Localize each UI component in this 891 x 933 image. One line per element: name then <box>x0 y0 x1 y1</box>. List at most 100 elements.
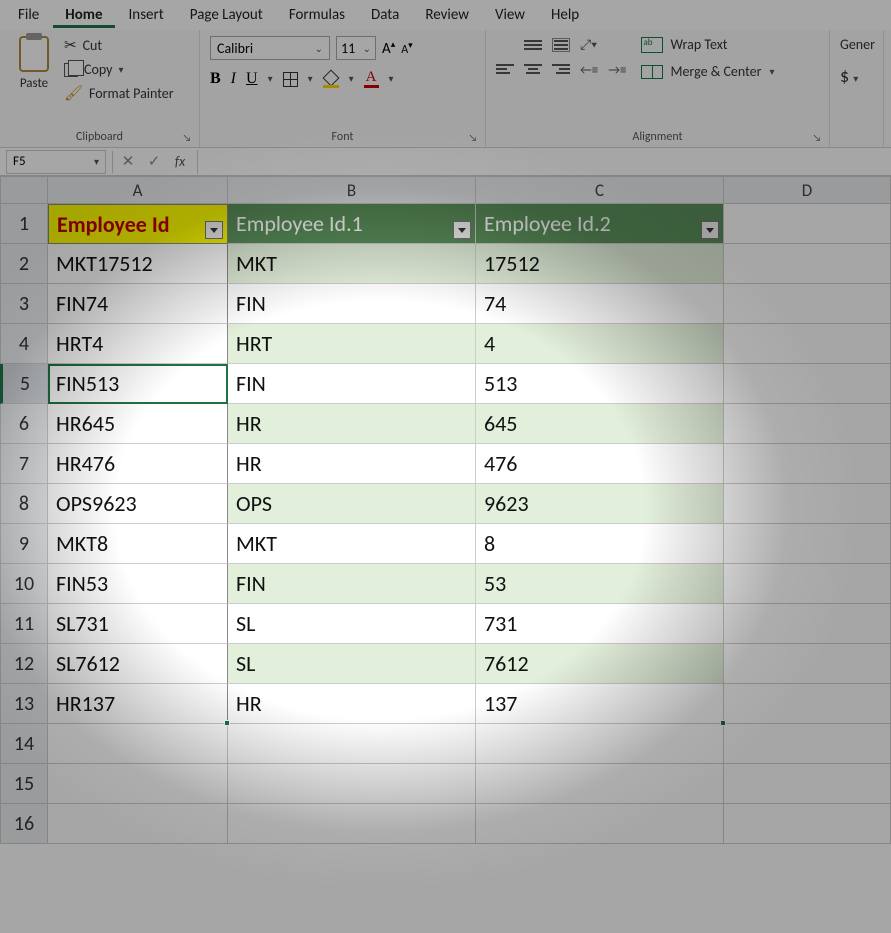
cell-B6[interactable]: HR <box>228 404 476 444</box>
bold-button[interactable]: B <box>210 70 221 88</box>
currency-button[interactable]: $ ▾ <box>840 65 873 87</box>
cell-A13[interactable]: HR137 <box>48 684 228 724</box>
align-right-button[interactable] <box>552 64 570 78</box>
ribbon-tab-page-layout[interactable]: Page Layout <box>178 2 275 28</box>
cell-C4[interactable]: 4 <box>476 324 724 364</box>
increase-font-button[interactable]: A▴ <box>382 39 395 58</box>
ribbon-tab-insert[interactable]: Insert <box>117 2 176 28</box>
cell-C5[interactable]: 513 <box>476 364 724 404</box>
ribbon-tab-file[interactable]: File <box>6 2 51 28</box>
row-header-6[interactable]: 6 <box>0 404 48 444</box>
font-color-button[interactable]: A <box>364 70 379 88</box>
font-name-select[interactable]: Calibri ⌄ <box>210 36 330 60</box>
formula-input[interactable] <box>197 150 891 174</box>
ribbon-tab-review[interactable]: Review <box>413 2 481 28</box>
row-header-13[interactable]: 13 <box>0 684 48 724</box>
cell-B3[interactable]: FIN <box>228 284 476 324</box>
filter-button[interactable] <box>205 221 223 239</box>
cell-C11[interactable]: 731 <box>476 604 724 644</box>
cell-A6[interactable]: HR645 <box>48 404 228 444</box>
cell-A2[interactable]: MKT17512 <box>48 244 228 284</box>
cell-A8[interactable]: OPS9623 <box>48 484 228 524</box>
align-bottom-button[interactable] <box>552 38 570 52</box>
fill-color-button[interactable] <box>323 72 339 86</box>
cell-A12[interactable]: SL7612 <box>48 644 228 684</box>
cell-C9[interactable]: 8 <box>476 524 724 564</box>
format-painter-button[interactable]: 🖌 Format Painter <box>64 84 174 103</box>
align-middle-button[interactable] <box>524 38 542 52</box>
cell-C16[interactable] <box>476 804 724 844</box>
chevron-down-icon[interactable]: ▾ <box>389 74 394 85</box>
row-header-12[interactable]: 12 <box>0 644 48 684</box>
row-header-3[interactable]: 3 <box>0 284 48 324</box>
cell-D15[interactable] <box>724 764 891 804</box>
cell-D2[interactable] <box>724 244 891 284</box>
cell-D12[interactable] <box>724 644 891 684</box>
borders-button[interactable] <box>283 72 298 87</box>
cell-A3[interactable]: FIN74 <box>48 284 228 324</box>
ribbon-tab-view[interactable]: View <box>483 2 537 28</box>
cell-D1[interactable] <box>724 204 891 244</box>
table-handle[interactable] <box>720 720 726 726</box>
row-header-8[interactable]: 8 <box>0 484 48 524</box>
cancel-formula-button[interactable]: ✕ <box>115 152 141 171</box>
insert-function-button[interactable]: fx <box>167 153 193 170</box>
cell-A16[interactable] <box>48 804 228 844</box>
cell-C6[interactable]: 645 <box>476 404 724 444</box>
cell-B5[interactable]: FIN <box>228 364 476 404</box>
align-left-button[interactable] <box>496 64 514 78</box>
cell-C13[interactable]: 137 <box>476 684 724 724</box>
cell-C14[interactable] <box>476 724 724 764</box>
paste-button[interactable]: Paste <box>10 36 58 103</box>
select-all-button[interactable] <box>0 176 48 204</box>
dialog-launcher-icon[interactable]: ↘ <box>811 131 823 143</box>
cell-C7[interactable]: 476 <box>476 444 724 484</box>
cell-C12[interactable]: 7612 <box>476 644 724 684</box>
cell-D6[interactable] <box>724 404 891 444</box>
orientation-button[interactable]: ⤢▾ <box>580 36 597 53</box>
increase-indent-button[interactable]: →≡ <box>608 63 626 78</box>
cell-B12[interactable]: SL <box>228 644 476 684</box>
filter-button[interactable] <box>453 221 471 239</box>
cell-D3[interactable] <box>724 284 891 324</box>
cell-D16[interactable] <box>724 804 891 844</box>
row-header-11[interactable]: 11 <box>0 604 48 644</box>
italic-button[interactable]: I <box>231 70 236 88</box>
row-header-7[interactable]: 7 <box>0 444 48 484</box>
cell-A4[interactable]: HRT4 <box>48 324 228 364</box>
row-header-1[interactable]: 1 <box>0 204 48 244</box>
cell-A15[interactable] <box>48 764 228 804</box>
name-box[interactable]: F5 ▾ <box>6 150 106 174</box>
cell-B2[interactable]: MKT <box>228 244 476 284</box>
cell-B9[interactable]: MKT <box>228 524 476 564</box>
column-header-A[interactable]: A <box>48 176 228 204</box>
row-header-5[interactable]: 5 <box>0 364 48 404</box>
cell-B11[interactable]: SL <box>228 604 476 644</box>
column-header-B[interactable]: B <box>228 176 476 204</box>
filter-button[interactable] <box>701 221 719 239</box>
copy-button[interactable]: Copy ▾ <box>64 61 174 78</box>
column-header-D[interactable]: D <box>724 176 891 204</box>
cell-D4[interactable] <box>724 324 891 364</box>
dialog-launcher-icon[interactable]: ↘ <box>467 131 479 143</box>
cell-A11[interactable]: SL731 <box>48 604 228 644</box>
cell-B10[interactable]: FIN <box>228 564 476 604</box>
cell-A7[interactable]: HR476 <box>48 444 228 484</box>
cell-B4[interactable]: HRT <box>228 324 476 364</box>
cell-D9[interactable] <box>724 524 891 564</box>
cell-B7[interactable]: HR <box>228 444 476 484</box>
row-header-15[interactable]: 15 <box>0 764 48 804</box>
accept-formula-button[interactable]: ✓ <box>141 152 167 171</box>
ribbon-tab-data[interactable]: Data <box>359 2 411 28</box>
row-header-10[interactable]: 10 <box>0 564 48 604</box>
decrease-font-button[interactable]: A▾ <box>401 40 412 57</box>
cell-B15[interactable] <box>228 764 476 804</box>
cell-C15[interactable] <box>476 764 724 804</box>
ribbon-tab-formulas[interactable]: Formulas <box>277 2 357 28</box>
cell-C3[interactable]: 74 <box>476 284 724 324</box>
cell-D10[interactable] <box>724 564 891 604</box>
row-header-16[interactable]: 16 <box>0 804 48 844</box>
cell-C8[interactable]: 9623 <box>476 484 724 524</box>
table-header-employee-id-2[interactable]: Employee Id.2 <box>476 204 724 244</box>
cell-C10[interactable]: 53 <box>476 564 724 604</box>
